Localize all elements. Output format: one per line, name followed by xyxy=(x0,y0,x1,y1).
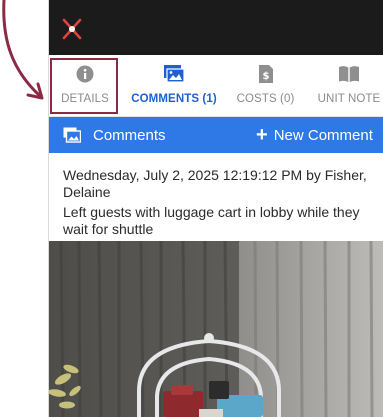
plus-icon: + xyxy=(256,124,268,146)
luggage-cart-photo-image xyxy=(49,241,383,417)
comment-body: Left guests with luggage cart in lobby w… xyxy=(63,204,360,237)
svg-text:$: $ xyxy=(262,71,269,82)
comments-heading: Comments xyxy=(63,127,166,144)
dollar-document-icon: $ xyxy=(258,65,273,83)
tab-comments[interactable]: COMMENTS (1) xyxy=(121,55,227,116)
comment-entry: Wednesday, July 2, 2025 12:19:12 PM by F… xyxy=(49,153,383,238)
top-bar xyxy=(49,0,383,55)
new-comment-button[interactable]: + New Comment xyxy=(256,117,373,153)
book-icon xyxy=(339,66,359,82)
app-screen: DETAILS COMMENTS (1) $ COSTS (0) UNIT NO… xyxy=(48,0,383,417)
tab-costs[interactable]: $ COSTS (0) xyxy=(227,55,304,116)
tab-details[interactable]: DETAILS xyxy=(49,55,121,116)
tab-bar: DETAILS COMMENTS (1) $ COSTS (0) UNIT NO… xyxy=(49,55,383,117)
info-circle-icon xyxy=(76,65,94,83)
tab-comments-label: COMMENTS (1) xyxy=(131,93,217,105)
comments-header-bar: Comments + New Comment xyxy=(49,117,383,153)
tab-unit-notes[interactable]: UNIT NOTE xyxy=(304,55,383,116)
comments-title: Comments xyxy=(93,126,166,144)
close-x-icon xyxy=(62,18,82,40)
image-icon xyxy=(63,127,81,143)
tab-details-label: DETAILS xyxy=(61,93,109,105)
comment-meta: Wednesday, July 2, 2025 12:19:12 PM by F… xyxy=(63,167,367,200)
new-comment-label: New Comment xyxy=(273,126,373,144)
close-button[interactable] xyxy=(59,16,85,42)
image-icon xyxy=(164,65,185,83)
comment-photo[interactable] xyxy=(49,241,383,417)
tab-unit-notes-label: UNIT NOTE xyxy=(317,93,381,105)
tab-costs-label: COSTS (0) xyxy=(236,93,295,105)
